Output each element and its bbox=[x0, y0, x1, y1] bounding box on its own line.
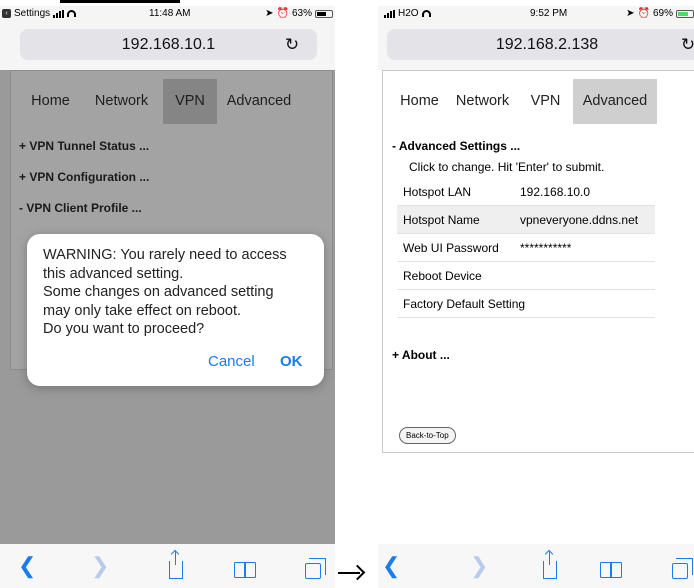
tab-advanced[interactable]: Advanced bbox=[573, 79, 657, 124]
bookmarks-icon[interactable] bbox=[234, 562, 256, 578]
caption-underline bbox=[60, 0, 180, 3]
left-phone-screenshot: ‹ Settings 11:48 AM ➤ ⏰ 63% 192.168.10.1… bbox=[0, 6, 335, 588]
wifi-icon bbox=[67, 10, 77, 17]
status-bar: H2O 9:52 PM ➤ ⏰ 69% bbox=[378, 6, 694, 24]
status-time: 9:52 PM bbox=[530, 8, 568, 19]
section-vpn-client-profile[interactable]: - VPN Client Profile ... bbox=[19, 201, 142, 215]
section-about[interactable]: + About ... bbox=[392, 348, 450, 362]
settings-hint: Click to change. Hit 'Enter' to submit. bbox=[409, 160, 605, 174]
dialog-line: WARNING: You rarely need to access bbox=[43, 247, 287, 263]
tab-vpn[interactable]: VPN bbox=[163, 79, 217, 124]
dialog-message: WARNING: You rarely need to access this … bbox=[43, 246, 313, 339]
setting-key: Factory Default Setting bbox=[403, 297, 526, 311]
warning-dialog: WARNING: You rarely need to access this … bbox=[27, 234, 324, 386]
address-bar-area: 192.168.2.138 ↻ bbox=[378, 24, 694, 70]
status-right: ➤ ⏰ 63% bbox=[265, 8, 333, 19]
url-text: 192.168.10.1 bbox=[121, 36, 216, 53]
tab-vpn[interactable]: VPN bbox=[518, 79, 573, 124]
tabs-icon[interactable] bbox=[672, 558, 693, 579]
forward-icon[interactable]: ❯ bbox=[470, 554, 488, 578]
setting-value[interactable]: *********** bbox=[520, 234, 571, 262]
safari-toolbar: ❮ ❯ bbox=[0, 544, 335, 588]
cell-signal-icon bbox=[384, 9, 395, 18]
setting-row-factory-default[interactable]: Factory Default Setting bbox=[397, 290, 655, 318]
share-icon[interactable] bbox=[169, 551, 183, 579]
setting-key: Reboot Device bbox=[403, 269, 482, 283]
settings-table: Hotspot LAN 192.168.10.0 Hotspot Name vp… bbox=[397, 178, 655, 318]
battery-icon bbox=[676, 9, 694, 18]
dialog-line: Do you want to proceed? bbox=[43, 321, 205, 337]
transition-arrow-icon bbox=[338, 565, 366, 581]
tabs-icon[interactable] bbox=[305, 558, 326, 579]
tab-network[interactable]: Network bbox=[80, 79, 163, 124]
status-left: ‹ Settings bbox=[2, 8, 77, 19]
reload-icon[interactable]: ↻ bbox=[282, 29, 302, 60]
back-icon[interactable]: ❮ bbox=[18, 554, 36, 578]
back-to-app-label[interactable]: Settings bbox=[14, 8, 50, 19]
battery-percent: 69% bbox=[652, 8, 673, 19]
alarm-icon: ⏰ bbox=[276, 8, 289, 19]
back-to-top-button[interactable]: Back-to-Top bbox=[399, 427, 456, 444]
setting-value[interactable]: 192.168.10.0 bbox=[520, 178, 590, 206]
carrier-label: H2O bbox=[398, 8, 419, 19]
setting-row-hotspot-lan[interactable]: Hotspot LAN 192.168.10.0 bbox=[397, 178, 655, 206]
battery-percent: 63% bbox=[291, 8, 312, 19]
tab-home[interactable]: Home bbox=[21, 79, 80, 124]
share-icon[interactable] bbox=[543, 551, 557, 579]
dialog-line: may only take effect on reboot. bbox=[43, 302, 242, 319]
setting-row-web-ui-password[interactable]: Web UI Password *********** bbox=[397, 234, 655, 262]
status-right: ➤ ⏰ 69% bbox=[626, 8, 694, 19]
back-icon[interactable]: ❮ bbox=[382, 554, 400, 578]
location-icon: ➤ bbox=[265, 8, 274, 19]
wifi-icon bbox=[421, 10, 431, 17]
setting-key: Hotspot Name bbox=[403, 213, 480, 227]
status-bar: ‹ Settings 11:48 AM ➤ ⏰ 63% bbox=[0, 6, 335, 24]
address-bar-area: 192.168.10.1 ↻ bbox=[0, 24, 335, 70]
setting-row-reboot-device[interactable]: Reboot Device bbox=[397, 262, 655, 290]
dialog-line: this advanced setting. bbox=[43, 265, 184, 282]
section-vpn-tunnel-status[interactable]: + VPN Tunnel Status ... bbox=[19, 139, 149, 153]
ok-button[interactable]: OK bbox=[280, 353, 303, 370]
setting-value[interactable]: vpneveryone.ddns.net bbox=[520, 206, 638, 234]
status-left: H2O bbox=[384, 8, 431, 19]
cell-signal-icon bbox=[53, 9, 65, 18]
tab-home[interactable]: Home bbox=[392, 79, 447, 124]
right-phone-screenshot: H2O 9:52 PM ➤ ⏰ 69% 192.168.2.138 ↻ Home… bbox=[378, 6, 694, 588]
back-to-app-icon[interactable]: ‹ bbox=[2, 9, 11, 18]
tab-advanced[interactable]: Advanced bbox=[217, 79, 301, 124]
nav-tabs: Home Network VPN Advanced bbox=[11, 79, 301, 124]
setting-row-hotspot-name[interactable]: Hotspot Name vpneveryone.ddns.net bbox=[397, 206, 655, 234]
tab-network[interactable]: Network bbox=[447, 79, 518, 124]
page-content: Home Network VPN Advanced - Advanced Set… bbox=[378, 70, 694, 544]
cancel-button[interactable]: Cancel bbox=[208, 353, 255, 370]
location-icon: ➤ bbox=[626, 8, 635, 19]
setting-key: Web UI Password bbox=[403, 241, 499, 255]
dialog-line: Some changes on advanced setting bbox=[43, 284, 274, 300]
address-bar[interactable]: 192.168.2.138 bbox=[387, 29, 694, 60]
address-bar[interactable]: 192.168.10.1 bbox=[20, 29, 317, 60]
reload-icon[interactable]: ↻ bbox=[678, 29, 694, 60]
web-panel: Home Network VPN Advanced - Advanced Set… bbox=[382, 70, 694, 453]
setting-key: Hotspot LAN bbox=[403, 185, 472, 199]
bookmarks-icon[interactable] bbox=[600, 562, 622, 578]
url-text: 192.168.2.138 bbox=[495, 36, 599, 53]
battery-icon bbox=[315, 9, 333, 18]
forward-icon[interactable]: ❯ bbox=[91, 554, 109, 578]
safari-toolbar: ❮ ❯ bbox=[378, 544, 694, 588]
section-vpn-configuration[interactable]: + VPN Configuration ... bbox=[19, 170, 149, 184]
nav-tabs: Home Network VPN Advanced bbox=[383, 79, 657, 124]
status-time: 11:48 AM bbox=[149, 8, 191, 19]
section-advanced-settings[interactable]: - Advanced Settings ... bbox=[392, 139, 520, 153]
alarm-icon: ⏰ bbox=[637, 8, 650, 19]
